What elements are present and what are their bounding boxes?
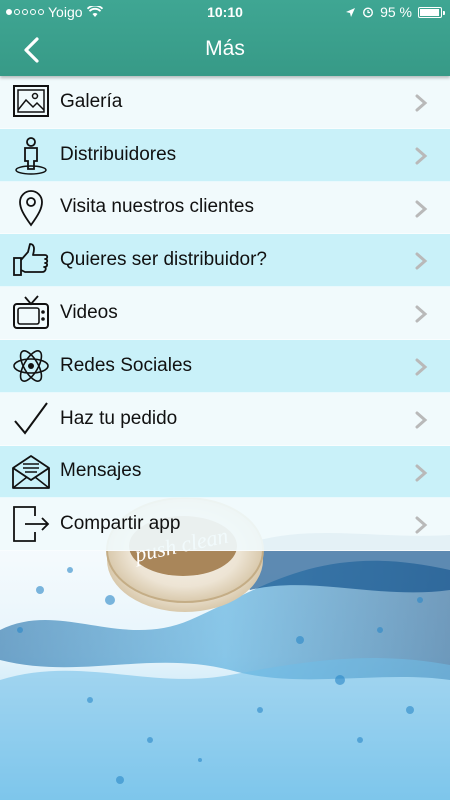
thumbs-up-icon <box>13 243 49 277</box>
alarm-icon <box>363 7 374 18</box>
menu-item-redes-sociales[interactable]: Redes Sociales <box>0 339 450 393</box>
battery-icon <box>418 6 445 18</box>
map-pin-icon <box>19 189 43 227</box>
menu-item-label: Compartir app <box>60 513 181 535</box>
image-icon <box>13 85 49 117</box>
chevron-right-icon <box>415 305 428 323</box>
menu-item-label: Quieres ser distribuidor? <box>60 249 267 271</box>
chevron-right-icon <box>415 147 428 165</box>
page-title: Más <box>205 37 245 60</box>
chevron-right-icon <box>415 464 428 482</box>
menu-item-compartir-app[interactable]: Compartir app <box>0 498 450 552</box>
menu-item-videos[interactable]: Videos <box>0 287 450 340</box>
atom-icon <box>13 350 49 382</box>
navigation-header: Más <box>0 24 450 76</box>
menu-item-label: Videos <box>60 302 118 324</box>
menu-item-label: Haz tu pedido <box>60 407 178 429</box>
menu-item-label: Visita nuestros clientes <box>60 196 254 218</box>
chevron-right-icon <box>415 516 428 534</box>
chevron-right-icon <box>415 411 428 429</box>
person-icon <box>15 136 47 175</box>
menu-list: Galería Distribuidores Visita nuestros c… <box>0 76 450 552</box>
menu-item-label: Galería <box>60 90 123 112</box>
battery-percent: 95 % <box>380 4 412 20</box>
menu-item-haz-tu-pedido[interactable]: Haz tu pedido <box>0 392 450 446</box>
share-exit-icon <box>13 506 50 543</box>
chevron-right-icon <box>415 252 428 270</box>
envelope-icon <box>12 454 50 489</box>
menu-item-mensajes[interactable]: Mensajes <box>0 445 450 499</box>
status-bar: Yoigo 10:10 95 % <box>0 0 450 24</box>
chevron-right-icon <box>415 200 428 218</box>
chevron-right-icon <box>415 94 428 112</box>
top-bar: Yoigo 10:10 95 % Más <box>0 0 450 76</box>
menu-item-label: Mensajes <box>60 460 142 482</box>
tv-icon <box>13 295 49 330</box>
location-arrow-icon <box>346 7 356 17</box>
menu-item-distribuidores[interactable]: Distribuidores <box>0 128 450 182</box>
menu-item-galeria[interactable]: Galería <box>0 76 450 129</box>
menu-item-quieres-ser-distribuidor[interactable]: Quieres ser distribuidor? <box>0 234 450 288</box>
menu-item-visita-clientes[interactable]: Visita nuestros clientes <box>0 181 450 235</box>
checkmark-icon <box>14 402 48 435</box>
chevron-right-icon <box>415 358 428 376</box>
menu-item-label: Redes Sociales <box>60 354 193 376</box>
menu-item-label: Distribuidores <box>60 143 177 165</box>
